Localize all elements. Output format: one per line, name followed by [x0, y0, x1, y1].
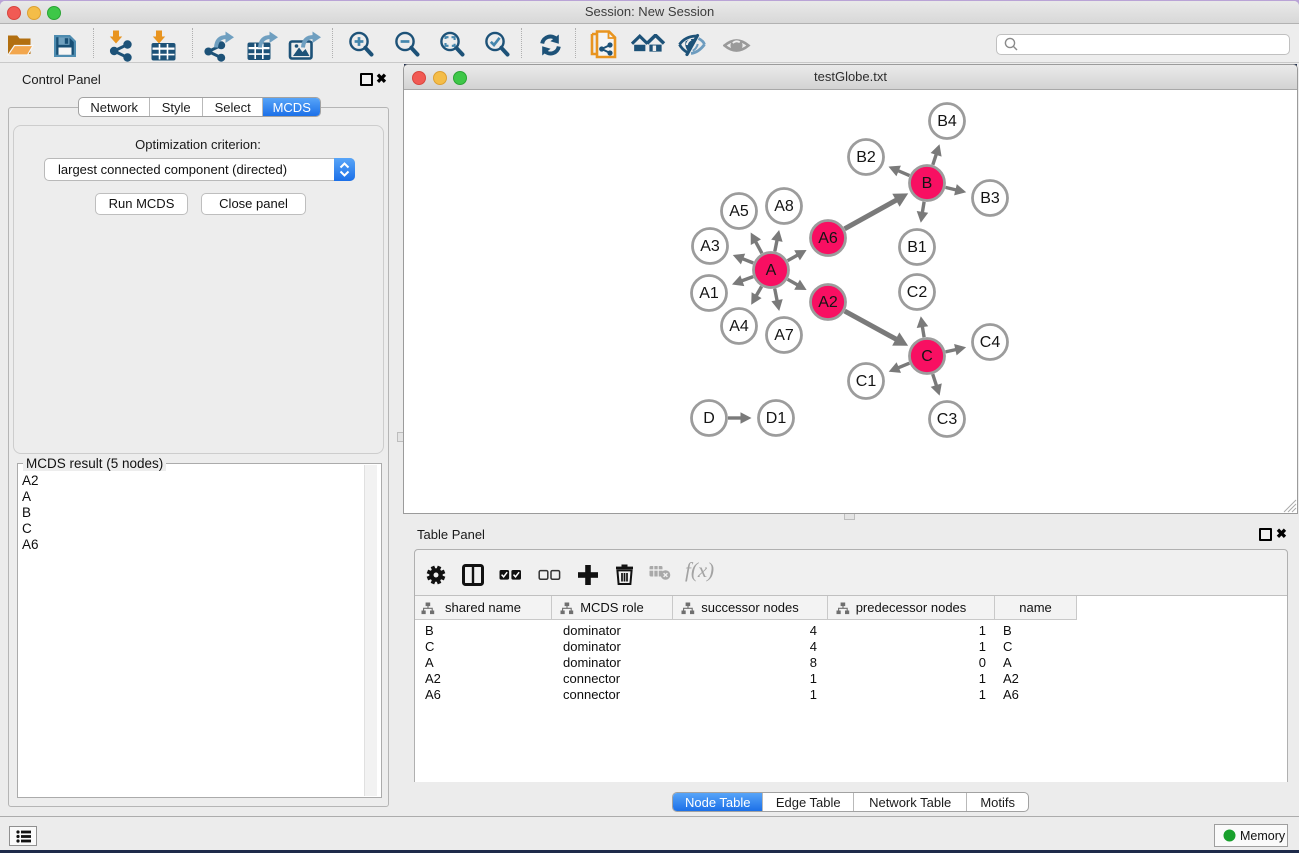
svg-text:B: B [922, 175, 933, 192]
svg-text:A: A [766, 262, 777, 279]
svg-text:B2: B2 [856, 149, 876, 166]
svg-text:C4: C4 [980, 334, 1001, 351]
svg-text:B3: B3 [980, 190, 1000, 207]
svg-text:D1: D1 [766, 410, 787, 427]
svg-text:C3: C3 [937, 411, 958, 428]
svg-text:D: D [703, 410, 715, 427]
svg-text:B4: B4 [937, 113, 957, 130]
svg-text:A5: A5 [729, 203, 749, 220]
svg-text:A4: A4 [729, 318, 749, 335]
svg-text:C1: C1 [856, 373, 877, 390]
svg-text:A3: A3 [700, 238, 720, 255]
svg-text:A7: A7 [774, 327, 794, 344]
svg-text:C: C [921, 348, 933, 365]
svg-text:A8: A8 [774, 198, 794, 215]
svg-text:A6: A6 [818, 230, 838, 247]
svg-text:A2: A2 [818, 294, 838, 311]
svg-text:B1: B1 [907, 239, 927, 256]
svg-text:C2: C2 [907, 284, 928, 301]
svg-text:A1: A1 [699, 285, 719, 302]
